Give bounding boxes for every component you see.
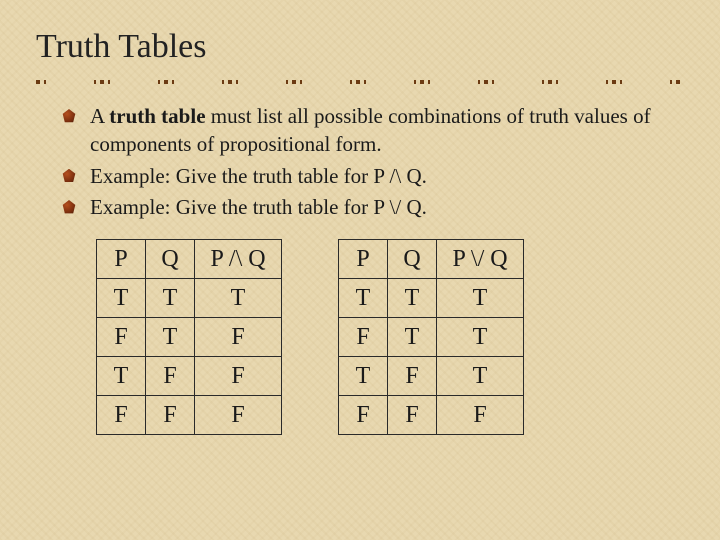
table-header-cell: P /\ Q (195, 240, 282, 279)
table-header-cell: P \/ Q (437, 240, 524, 279)
table-cell: F (437, 396, 524, 435)
table-cell: F (146, 357, 195, 396)
table-cell: T (339, 357, 388, 396)
table-cell: T (97, 279, 146, 318)
table-row: F T F (97, 318, 282, 357)
table-cell: F (388, 357, 437, 396)
table-cell: F (339, 396, 388, 435)
divider (36, 80, 684, 84)
table-row: T F F (97, 357, 282, 396)
table-cell: F (97, 318, 146, 357)
table-cell: T (195, 279, 282, 318)
table-cell: T (339, 279, 388, 318)
table-row: P Q P \/ Q (339, 240, 524, 279)
table-cell: F (195, 396, 282, 435)
table-row: T F T (339, 357, 524, 396)
bullet-text: Example: Give the truth table for P \/ Q… (90, 195, 427, 219)
truth-table-and: P Q P /\ Q T T T F T F T F F F F (96, 239, 282, 435)
bullet-item: Example: Give the truth table for P \/ Q… (62, 193, 684, 221)
table-cell: T (437, 357, 524, 396)
table-header-cell: Q (388, 240, 437, 279)
bullet-bold-term: truth table (109, 104, 205, 128)
table-cell: F (195, 357, 282, 396)
table-cell: F (195, 318, 282, 357)
table-row: T T T (339, 279, 524, 318)
table-cell: T (437, 318, 524, 357)
table-cell: T (146, 318, 195, 357)
table-cell: F (146, 396, 195, 435)
table-row: F F F (339, 396, 524, 435)
bullet-item: Example: Give the truth table for P /\ Q… (62, 162, 684, 190)
table-cell: T (388, 279, 437, 318)
table-header-cell: P (339, 240, 388, 279)
table-cell: T (97, 357, 146, 396)
table-header-cell: Q (146, 240, 195, 279)
table-row: T T T (97, 279, 282, 318)
bullet-list: A truth table must list all possible com… (36, 102, 684, 221)
table-row: P Q P /\ Q (97, 240, 282, 279)
table-cell: T (437, 279, 524, 318)
table-cell: F (339, 318, 388, 357)
table-header-cell: P (97, 240, 146, 279)
bullet-item: A truth table must list all possible com… (62, 102, 684, 159)
table-row: F F F (97, 396, 282, 435)
table-cell: T (146, 279, 195, 318)
tables-container: P Q P /\ Q T T T F T F T F F F F (36, 239, 684, 435)
table-row: F T T (339, 318, 524, 357)
bullet-text: Example: Give the truth table for P /\ Q… (90, 164, 427, 188)
slide: Truth Tables A truth table must list all… (0, 0, 720, 455)
table-cell: F (388, 396, 437, 435)
table-cell: F (97, 396, 146, 435)
truth-table-or: P Q P \/ Q T T T F T T T F T F F (338, 239, 524, 435)
slide-title: Truth Tables (36, 28, 684, 66)
table-cell: T (388, 318, 437, 357)
bullet-text-prefix: A (90, 104, 109, 128)
